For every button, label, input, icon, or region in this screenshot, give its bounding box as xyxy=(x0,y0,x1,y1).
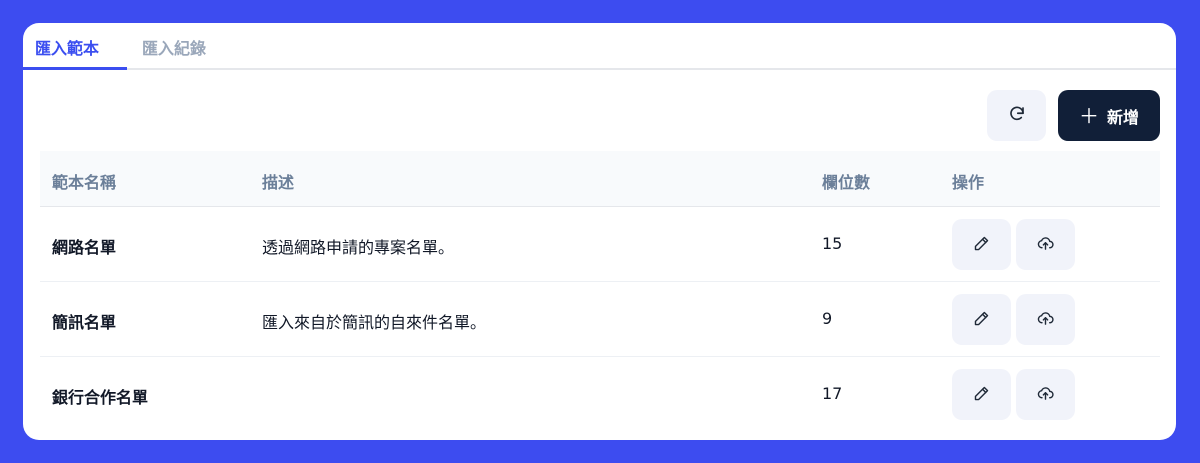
cloud-upload-icon xyxy=(1037,235,1054,255)
add-template-button[interactable]: ＋ 新增 xyxy=(1058,90,1160,141)
template-description: 透過網路申請的專案名單。 xyxy=(262,238,455,257)
refresh-icon xyxy=(1008,105,1026,126)
column-header-name: 範本名稱 xyxy=(52,173,117,192)
template-name: 銀行合作名單 xyxy=(52,388,149,407)
edit-button[interactable] xyxy=(952,294,1011,345)
upload-button[interactable] xyxy=(1016,369,1075,420)
table-row: 簡訊名單 匯入來自於簡訊的自來件名單。 9 xyxy=(40,282,1160,357)
tab-import-records[interactable]: 匯入紀錄 xyxy=(142,35,206,59)
tab-bar: 匯入範本 匯入紀錄 xyxy=(23,23,1176,70)
template-name: 簡訊名單 xyxy=(52,313,117,332)
tab-import-templates[interactable]: 匯入範本 xyxy=(35,35,99,59)
edit-button[interactable] xyxy=(952,219,1011,270)
edit-button[interactable] xyxy=(952,369,1011,420)
templates-card: 匯入範本 匯入紀錄 ＋ 新增 範本名稱 描述 欄位數 操作 網路名單 透過網路申… xyxy=(23,23,1176,440)
template-description: 匯入來自於簡訊的自來件名單。 xyxy=(262,313,487,332)
table-row: 銀行合作名單 17 xyxy=(40,357,1160,432)
add-button-label: 新增 xyxy=(1106,107,1139,127)
cloud-upload-icon xyxy=(1037,310,1054,330)
template-field-count: 9 xyxy=(822,309,833,328)
column-header-actions: 操作 xyxy=(952,173,985,192)
template-field-count: 17 xyxy=(822,384,843,403)
pencil-icon xyxy=(973,385,990,405)
template-name: 網路名單 xyxy=(52,238,117,257)
pencil-icon xyxy=(973,310,990,330)
cloud-upload-icon xyxy=(1037,385,1054,405)
plus-icon: ＋ xyxy=(1078,103,1099,128)
column-header-field-count: 欄位數 xyxy=(822,173,871,192)
refresh-button[interactable] xyxy=(987,90,1046,141)
column-header-description: 描述 xyxy=(262,173,295,192)
templates-table: 範本名稱 描述 欄位數 操作 網路名單 透過網路申請的專案名單。 15 簡訊名單… xyxy=(40,151,1160,432)
table-header: 範本名稱 描述 欄位數 操作 xyxy=(40,151,1160,207)
pencil-icon xyxy=(973,235,990,255)
upload-button[interactable] xyxy=(1016,219,1075,270)
template-field-count: 15 xyxy=(822,234,843,253)
active-tab-indicator xyxy=(23,67,127,70)
upload-button[interactable] xyxy=(1016,294,1075,345)
table-row: 網路名單 透過網路申請的專案名單。 15 xyxy=(40,207,1160,282)
